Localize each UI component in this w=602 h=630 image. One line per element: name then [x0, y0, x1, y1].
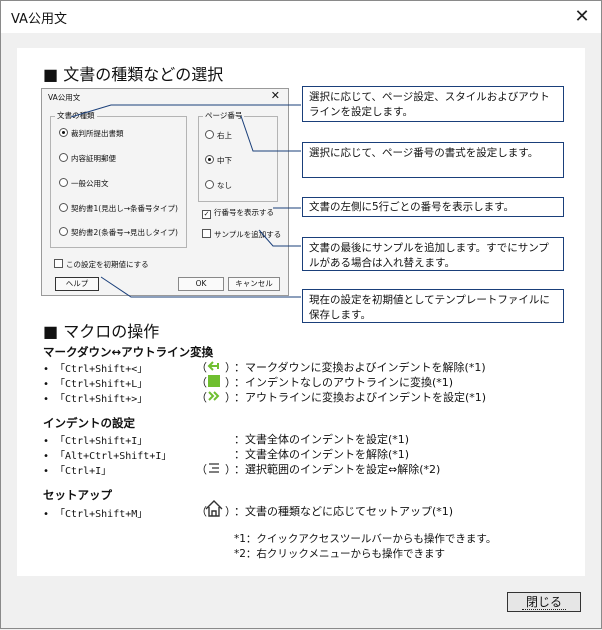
double-arrow-right-icon	[208, 391, 220, 401]
footnote-2: *2：右クリックメニューからも操作できます	[234, 548, 446, 560]
callout-doc-type: 選択に応じて、ページ設定、スタイルおよびアウトラインを設定します。	[302, 86, 564, 122]
shortcut-keys: • 「Ctrl+Shift+I」	[43, 436, 148, 447]
square-icon	[208, 375, 220, 387]
shortcut-keys: • 「Ctrl+I」	[43, 466, 112, 477]
shortcut-description: ：文書の種類などに応じてセットアップ(*1)	[234, 505, 454, 518]
shortcut-description: ：アウトラインに変換およびインデントを設定(*1)	[234, 391, 487, 404]
lines-icon	[209, 463, 219, 473]
shortcut-keys: • 「Ctrl+Shift+L」	[43, 379, 148, 390]
shortcut-keys: • 「Ctrl+Shift+M」	[43, 509, 148, 520]
arrow-left-icon	[207, 361, 219, 371]
callout-sample: 文書の最後にサンプルを追加します。すでにサンプルがある場合は入れ替えます。	[302, 237, 564, 271]
shortcut-description: ：文書全体のインデントを設定(*1)	[234, 433, 410, 446]
shortcut-description: ：マークダウンに変換およびインデントを解除(*1)	[234, 361, 486, 374]
shortcut-keys: • 「Alt+Ctrl+Shift+I」	[43, 451, 172, 462]
dialog-window: VA公用文 ✕ ■ 文書の種類などの選択 VA公用文 ✕ 文書の種類 裁判所提出…	[0, 0, 602, 629]
close-button[interactable]: 閉じる	[507, 592, 581, 612]
shortcut-description: ：文書全体のインデントを解除(*1)	[234, 448, 410, 461]
home-icon	[205, 500, 223, 517]
shortcut-description: ：インデントなしのアウトラインに変換(*1)	[234, 376, 454, 389]
group-title-markdown: マークダウン↔アウトライン変換	[43, 345, 214, 359]
group-title-indent: インデントの設定	[43, 416, 135, 430]
group-title-setup: セットアップ	[43, 488, 112, 502]
callout-default: 現在の設定を初期値としてテンプレートファイルに保存します。	[302, 289, 564, 323]
shortcut-keys: • 「Ctrl+Shift+<」	[43, 364, 148, 375]
shortcut-description: ：選択範囲のインデントを設定⇔解除(*2)	[234, 463, 441, 476]
callout-line-number: 文書の左側に5行ごとの番号を表示します。	[302, 197, 564, 217]
footnote-1: *1：クイックアクセスツールバーからも操作できます。	[234, 533, 497, 545]
close-button-label: 閉じる	[521, 595, 566, 610]
callout-page-number: 選択に応じて、ページ番号の書式を設定します。	[302, 142, 564, 178]
shortcut-keys: • 「Ctrl+Shift+>」	[43, 394, 148, 405]
section-heading-macro: ■ マクロの操作	[43, 322, 160, 341]
